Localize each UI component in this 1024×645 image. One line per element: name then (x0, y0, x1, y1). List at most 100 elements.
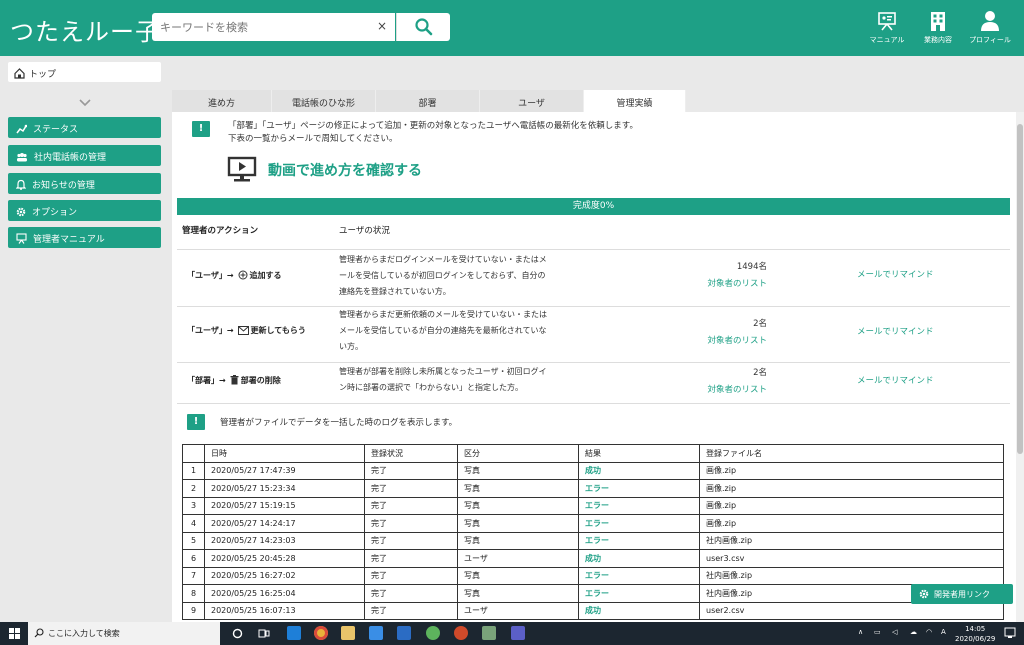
col-filename: 登録ファイル名 (699, 444, 1004, 463)
building-icon (931, 12, 945, 31)
tab-users[interactable]: ユーザ (480, 90, 584, 112)
network-icon[interactable]: ▭ (874, 628, 881, 636)
clock-time: 14:05 (965, 625, 986, 633)
row-status: 完了 (364, 514, 458, 533)
profile-button[interactable]: プロフィール (964, 10, 1016, 45)
app-header: つたえルー子 × マニュアル 業務内容 (0, 0, 1024, 56)
sidebar-item-admin-manual[interactable]: 管理者マニュアル (8, 227, 161, 248)
col-result: 結果 (578, 444, 700, 463)
search-button[interactable] (396, 13, 450, 41)
row-result: エラー (578, 566, 700, 585)
mail-icon[interactable] (397, 626, 411, 640)
search-input[interactable] (152, 13, 362, 41)
speaker-icon[interactable]: ◁ (892, 628, 897, 636)
tab-phonebook-template[interactable]: 電話帳のひな形 (272, 90, 376, 112)
remind-by-email-link[interactable]: メールでリマインド (857, 325, 934, 337)
action-description: 管理者が部署を削除し未所属となったユーザ・初回ログイ ン時に部署の選択で「わからな… (339, 367, 547, 392)
row-result: 成功 (578, 549, 700, 568)
windows-start-icon[interactable] (9, 628, 20, 639)
sidebar-item-options[interactable]: オプション (8, 200, 161, 221)
target-list-link[interactable]: 対象者のリスト (697, 334, 767, 346)
action-verb: 追加する (249, 271, 282, 280)
target-list-link[interactable]: 対象者のリスト (697, 383, 767, 395)
row-result: エラー (578, 479, 700, 498)
row-datetime: 2020/05/27 14:23:03 (204, 531, 365, 550)
ime-indicator[interactable]: A (941, 628, 946, 636)
onedrive-icon[interactable]: ☁ (910, 628, 917, 636)
row-datetime: 2020/05/25 20:45:28 (204, 549, 365, 568)
table-row: 5 2020/05/27 14:23:03 完了 写真 エラー 社内画像.zip (182, 531, 1004, 550)
developer-link-label: 開発者用リンク (934, 590, 990, 599)
action-description: 管理者からまだ更新依頼のメールを受けていない・または メールを受信しているが自分の… (339, 310, 547, 351)
target-list-link[interactable]: 対象者のリスト (697, 277, 767, 289)
manual-label: マニュアル (869, 36, 905, 44)
action-label: 「部署」→ 部署の削除 (187, 375, 281, 386)
sidebar-item-notices[interactable]: お知らせの管理 (8, 173, 161, 194)
teams-icon[interactable] (511, 626, 525, 640)
breadcrumb-top[interactable]: トップ (8, 62, 161, 82)
business-label: 業務内容 (924, 36, 952, 44)
manual-button[interactable]: マニュアル (864, 10, 910, 45)
main-panel: ! 「部署」「ユーザ」ページの修正によって追加・更新の対象となったユーザへ電話帳… (172, 112, 1016, 622)
row-category: 写真 (457, 584, 579, 603)
chevron-down-icon[interactable] (78, 98, 92, 108)
row-category: 写真 (457, 496, 579, 515)
action-target: 「ユーザ」→ (187, 326, 234, 335)
status-column-header: ユーザの状況 (339, 226, 390, 236)
tab-departments[interactable]: 部署 (376, 90, 480, 112)
row-result: エラー (578, 531, 700, 550)
video-guide-link[interactable]: 動画で進め方を確認する (268, 160, 422, 180)
search-clear-button[interactable]: × (377, 19, 387, 33)
row-filename: 画像.zip (699, 496, 1004, 515)
sidebar-item-label: オプション (32, 208, 78, 218)
task-view-icon[interactable] (258, 628, 270, 639)
row-filename: 社内画像.zip (699, 566, 1004, 585)
wifi-icon[interactable]: ◠ (926, 628, 932, 636)
taskbar-search[interactable]: ここに入力して検索 (28, 622, 220, 645)
row-category: 写真 (457, 461, 579, 480)
remind-by-email-link[interactable]: メールでリマインド (857, 374, 934, 386)
notification-icon[interactable] (1004, 627, 1016, 639)
app-logo[interactable]: つたえルー子 (10, 12, 160, 47)
sidebar-item-status[interactable]: ステータス (8, 117, 161, 138)
plus-circle-icon (238, 270, 248, 280)
cortana-icon[interactable] (232, 628, 243, 639)
trash-icon (230, 375, 239, 385)
action-verb: 更新してもらう (250, 326, 306, 335)
photos-icon[interactable] (426, 626, 440, 640)
notice-message: 「部署」「ユーザ」ページの修正によって追加・更新の対象となったユーザへ電話帳の最… (228, 120, 638, 146)
row-result: エラー (578, 496, 700, 515)
log-notice: 管理者がファイルでデータを一括した時のログを表示します。 (220, 418, 458, 428)
row-result: 成功 (578, 601, 700, 620)
chevron-up-icon[interactable]: ∧ (858, 628, 863, 636)
developer-link-button[interactable]: 開発者用リンク (911, 584, 1013, 604)
remind-by-email-link[interactable]: メールでリマインド (857, 268, 934, 280)
tab-progress[interactable]: 進め方 (172, 90, 272, 112)
table-row: 4 2020/05/27 14:24:17 完了 写真 エラー 画像.zip (182, 514, 1004, 533)
file-explorer-icon[interactable] (341, 626, 355, 640)
tab-admin-results[interactable]: 管理実績 (584, 90, 686, 112)
action-label: 「ユーザ」→ 追加する (187, 270, 282, 281)
row-filename: user2.csv (699, 601, 1004, 620)
business-button[interactable]: 業務内容 (918, 10, 958, 45)
action-row-delete-department: 「部署」→ 部署の削除 管理者が部署を削除し未所属となったユーザ・初回ログイ ン時に… (177, 362, 1010, 404)
scrollbar-thumb[interactable] (1017, 124, 1023, 454)
video-play-icon[interactable] (227, 156, 257, 184)
chrome-icon[interactable] (314, 626, 328, 640)
powerpoint-icon[interactable] (454, 626, 468, 640)
action-target: 「ユーザ」→ (187, 271, 234, 280)
bell-icon (15, 179, 27, 190)
row-index: 1 (182, 461, 205, 480)
clock-date: 2020/06/29 (955, 635, 996, 643)
vertical-scrollbar[interactable] (1016, 112, 1024, 622)
app-icon[interactable] (482, 626, 496, 640)
target-count: 2名 (753, 319, 767, 329)
edge-icon[interactable] (287, 626, 301, 640)
row-status: 完了 (364, 584, 458, 603)
taskbar-clock[interactable]: 14:05 2020/06/29 (955, 624, 995, 644)
completion-progress-bar: 完成度0% (177, 198, 1010, 215)
sidebar-item-phonebook[interactable]: 社内電話帳の管理 (8, 145, 161, 166)
action-verb: 部署の削除 (240, 376, 281, 385)
taskbar-search-text: ここに入力して検索 (48, 629, 120, 638)
store-icon[interactable] (369, 626, 383, 640)
